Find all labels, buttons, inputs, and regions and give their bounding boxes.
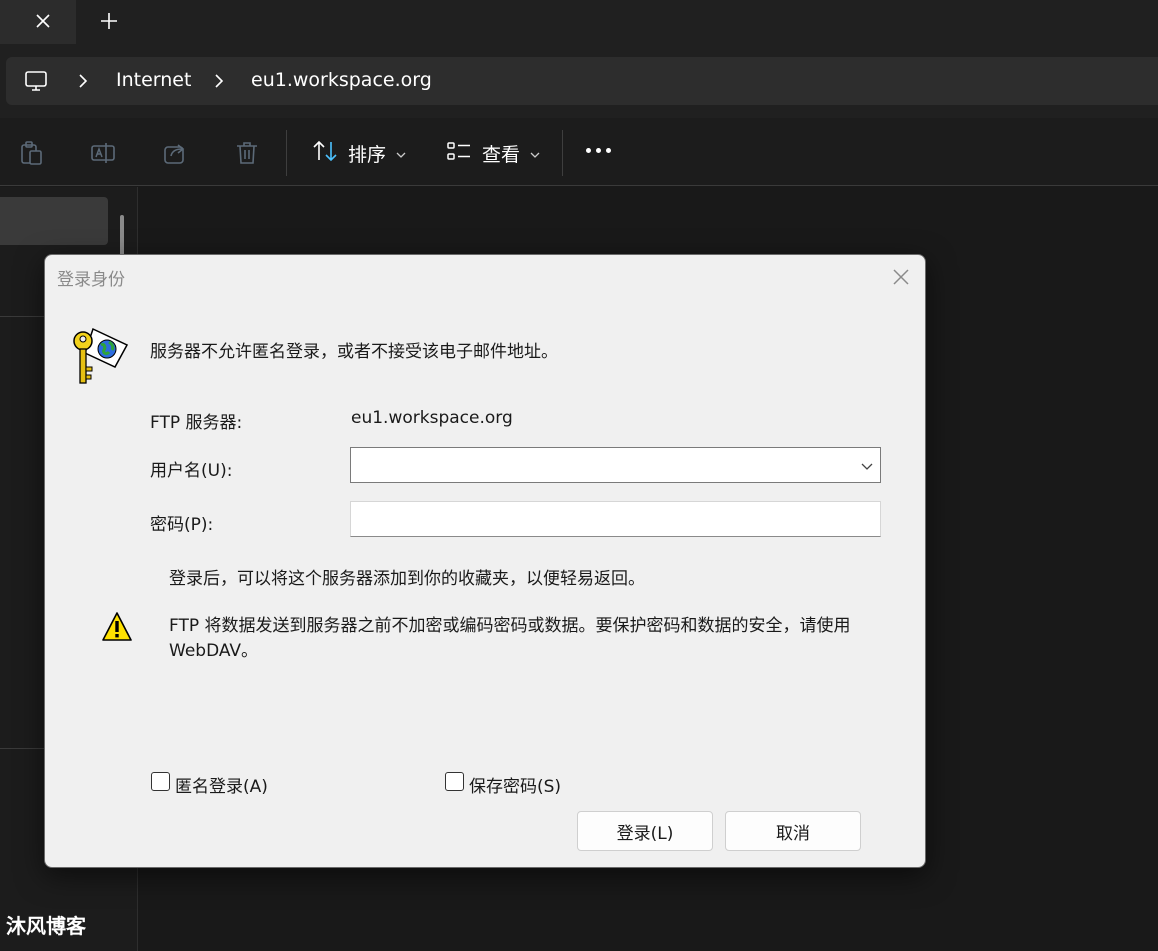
save-password-checkbox[interactable] — [445, 772, 464, 791]
username-label: 用户名(U): — [150, 461, 233, 481]
sort-button[interactable]: 排序 — [312, 136, 406, 170]
delete-icon[interactable] — [234, 140, 260, 166]
ftp-warning-line-1: FTP 将数据发送到服务器之前不加密或编码密码或数据。要保护密码和数据的安全，请… — [169, 616, 851, 636]
chevron-down-icon[interactable] — [860, 458, 874, 477]
active-tab[interactable] — [0, 0, 76, 44]
watermark-text: 沐风博客 — [6, 914, 86, 938]
breadcrumb-internet[interactable]: Internet — [116, 69, 191, 91]
rename-icon[interactable] — [90, 140, 116, 166]
dialog-title: 登录身份 — [57, 270, 125, 290]
nav-divider — [0, 748, 48, 749]
view-button[interactable]: 查看 — [446, 136, 540, 170]
close-tab-icon[interactable] — [30, 8, 56, 34]
nav-scrollbar[interactable] — [120, 215, 124, 259]
save-password-label[interactable]: 保存密码(S) — [469, 772, 561, 797]
ftp-server-label: FTP 服务器: — [150, 413, 243, 433]
dialog-message: 服务器不允许匿名登录，或者不接受该电子邮件地址。 — [150, 342, 558, 362]
password-field[interactable] — [350, 501, 881, 537]
this-pc-icon[interactable] — [24, 69, 48, 97]
chevron-right-icon — [76, 71, 90, 91]
warning-icon — [101, 611, 133, 647]
nav-divider — [0, 316, 48, 317]
view-label: 查看 — [482, 143, 521, 166]
new-tab-icon[interactable] — [96, 8, 122, 34]
chevron-down-icon — [396, 144, 406, 163]
password-label: 密码(P): — [150, 515, 214, 535]
view-icon — [446, 138, 472, 168]
chevron-down-icon — [530, 144, 540, 163]
address-bar[interactable]: Internet eu1.workspace.org — [6, 57, 1158, 105]
address-bar-area: Internet eu1.workspace.org — [0, 44, 1158, 118]
toolbar-divider — [286, 130, 287, 176]
ftp-server-value: eu1.workspace.org — [351, 408, 513, 428]
cancel-button[interactable]: 取消 — [725, 811, 861, 851]
chevron-right-icon — [212, 71, 226, 91]
anonymous-login-checkbox[interactable] — [151, 772, 170, 791]
close-icon[interactable] — [889, 265, 913, 289]
sort-icon — [312, 138, 338, 168]
anonymous-login-label[interactable]: 匿名登录(A) — [175, 772, 268, 797]
nav-selected-item[interactable] — [0, 197, 108, 245]
toolbar-divider — [562, 130, 563, 176]
username-combobox[interactable] — [350, 447, 881, 483]
favorites-note: 登录后，可以将这个服务器添加到你的收藏夹，以便轻易返回。 — [169, 569, 645, 589]
login-dialog: 登录身份 服务器不允许匿名登录，或者不接受该电子邮件地址。 FTP 服务器: e… — [44, 254, 926, 868]
breadcrumb-server[interactable]: eu1.workspace.org — [251, 69, 432, 91]
more-options-icon[interactable] — [586, 148, 611, 153]
paste-icon[interactable] — [18, 140, 44, 166]
key-globe-icon — [71, 325, 129, 393]
ftp-warning-line-2: WebDAV。 — [169, 641, 259, 661]
share-icon[interactable] — [162, 140, 188, 166]
command-bar: 排序 查看 — [0, 118, 1158, 186]
sort-label: 排序 — [348, 143, 387, 166]
tab-bar — [0, 0, 1158, 44]
login-button[interactable]: 登录(L) — [577, 811, 713, 851]
